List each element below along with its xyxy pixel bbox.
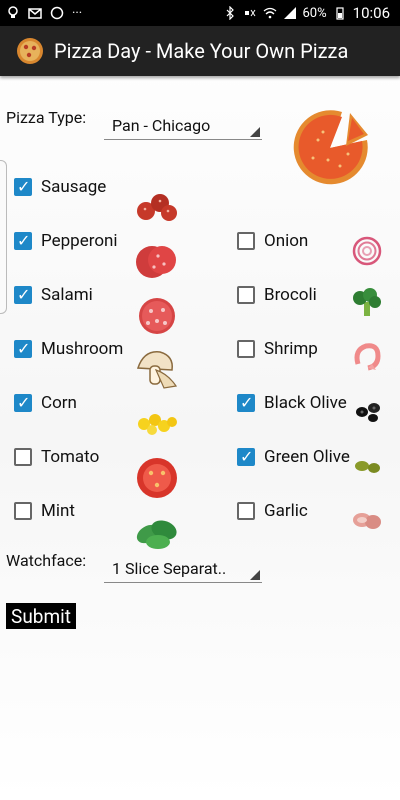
whatsapp-icon: [50, 6, 64, 20]
tomato-label: Tomato: [41, 447, 100, 467]
bluetooth-icon: [226, 6, 234, 20]
clock: 10:06: [352, 4, 390, 22]
sausage-label: Sausage: [41, 177, 107, 197]
pizza-logo-icon: [17, 38, 43, 64]
shrimp-icon: [354, 343, 381, 371]
watchface-value: 1 Slice Separat..: [112, 559, 227, 578]
mushroom-label: Mushroom: [41, 339, 124, 359]
mint-checkbox[interactable]: [14, 502, 32, 520]
signal-icon: [283, 7, 296, 19]
mint-label: Mint: [41, 501, 75, 521]
shrimp-checkbox[interactable]: [237, 340, 255, 358]
dropdown-arrow-icon: [250, 127, 260, 137]
mint-icon: [136, 520, 177, 549]
broccoli-icon: [353, 288, 381, 316]
battery-icon: [336, 7, 344, 20]
salami-checkbox[interactable]: [14, 285, 32, 304]
dropdown-arrow-icon: [250, 570, 260, 580]
brocoli-checkbox[interactable]: [237, 286, 255, 304]
corn-icon: [138, 414, 177, 435]
green-olive-icon: [355, 461, 380, 473]
sausage-checkbox[interactable]: [14, 177, 32, 196]
tomato-checkbox[interactable]: [14, 448, 32, 466]
onion-icon: [352, 236, 382, 266]
pizza-type-value: Pan - Chicago: [112, 116, 211, 135]
sausage-icon: [137, 194, 177, 221]
black-olive-checkbox[interactable]: [237, 393, 255, 412]
onion-label: Onion: [264, 231, 309, 251]
garlic-icon: [353, 513, 381, 529]
app-bar: Pizza Day - Make Your Own Pizza: [0, 26, 400, 76]
pizza-preview-icon: [293, 110, 368, 185]
black-olive-icon: [356, 403, 380, 422]
salami-label: Salami: [41, 285, 93, 305]
status-icons-left: ···: [0, 6, 82, 21]
mute-icon: [244, 9, 255, 17]
corn-checkbox[interactable]: [14, 393, 32, 412]
shrimp-label: Shrimp: [264, 339, 318, 359]
brocoli-label: Brocoli: [264, 285, 317, 305]
onion-checkbox[interactable]: [237, 232, 255, 250]
submit-button[interactable]: Submit: [6, 603, 76, 629]
pepperoni-label: Pepperoni: [41, 231, 118, 251]
corn-label: Corn: [41, 393, 77, 413]
gmail-icon: [28, 8, 42, 19]
garlic-label: Garlic: [264, 501, 308, 521]
wifi-icon: [263, 7, 276, 19]
mushroom-checkbox[interactable]: [14, 339, 32, 358]
pepperoni-checkbox[interactable]: [14, 231, 32, 250]
main-content: Pizza Type: Pan - Chicago Sausage Pepper…: [0, 76, 400, 800]
tomato-icon: [137, 458, 177, 498]
pizza-type-label: Pizza Type:: [6, 108, 87, 127]
mushroom-icon: [136, 351, 178, 389]
more-notifications-icon: ···: [72, 5, 83, 21]
scroll-edge-indicator: [0, 160, 7, 314]
pizza-type-dropdown[interactable]: Pan - Chicago: [104, 114, 262, 140]
black-olive-label: Black Olive: [264, 393, 347, 413]
app-title: Pizza Day - Make Your Own Pizza: [54, 39, 349, 63]
watchface-dropdown[interactable]: 1 Slice Separat..: [104, 557, 262, 583]
green-olive-checkbox[interactable]: [237, 447, 255, 466]
lightbulb-icon: [8, 6, 18, 18]
garlic-checkbox[interactable]: [237, 502, 255, 520]
pepperoni-icon: [136, 246, 176, 278]
status-icons-right: 60% 10:06: [223, 4, 400, 22]
status-bar: ··· 60% 10:06: [0, 0, 400, 26]
battery-percent: 60%: [302, 5, 327, 21]
watchface-label: Watchface:: [6, 551, 87, 570]
salami-icon: [139, 298, 175, 334]
green-olive-label: Green Olive: [264, 447, 350, 467]
